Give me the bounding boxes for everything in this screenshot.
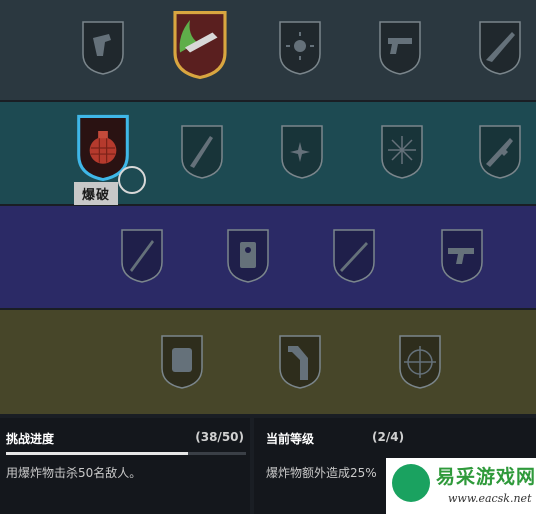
row-tier-1 xyxy=(0,0,536,100)
level-description: 爆炸物额外造成25% xyxy=(266,466,377,480)
badge-armor[interactable] xyxy=(278,334,322,390)
watermark-title: 易采游戏网 xyxy=(436,466,536,488)
selected-badge-label: 爆破 xyxy=(74,182,119,205)
watermark-logo-icon xyxy=(392,464,430,502)
row-tier-3 xyxy=(0,206,536,308)
grenade-icon xyxy=(89,137,117,164)
badge-tiger[interactable] xyxy=(160,334,204,390)
cursor-ring xyxy=(118,166,146,194)
badge-sparkle[interactable] xyxy=(280,124,324,180)
badge-pistol-hand[interactable] xyxy=(81,20,125,76)
challenge-progress-panel: 挑战进度 (38/50) 用爆炸物击杀50名敌人。 xyxy=(0,418,250,514)
burst-icon xyxy=(388,136,416,164)
badge-rifle[interactable] xyxy=(478,124,522,180)
badge-blade[interactable] xyxy=(180,124,224,180)
tiger-icon xyxy=(172,348,192,372)
level-title: 当前等级 xyxy=(266,432,315,446)
progress-title: 挑战进度 xyxy=(6,432,55,446)
badge-knife-flame[interactable] xyxy=(172,10,228,80)
badge-sun[interactable] xyxy=(278,20,322,76)
sun-icon xyxy=(294,40,306,52)
badge-revolver[interactable] xyxy=(440,228,484,284)
progress-track xyxy=(6,452,246,455)
watermark: 易采游戏网 www.eacsk.net xyxy=(386,458,536,514)
badge-shotgun[interactable] xyxy=(478,20,522,76)
watermark-url: www.eacsk.net xyxy=(448,492,532,505)
badge-sniper[interactable] xyxy=(332,228,376,284)
progress-count: (38/50) xyxy=(195,430,244,444)
badge-radio[interactable] xyxy=(226,228,270,284)
level-count: (2/4) xyxy=(372,430,405,444)
progress-fill xyxy=(6,452,189,455)
radio-icon xyxy=(240,242,256,268)
badge-burst[interactable] xyxy=(380,124,424,180)
progress-description: 用爆炸物击杀50名敌人。 xyxy=(6,466,142,480)
row-tier-4 xyxy=(0,310,536,414)
badge-handgun[interactable] xyxy=(378,20,422,76)
badge-crosshair[interactable] xyxy=(398,334,442,390)
row-tier-2: 爆破 xyxy=(0,102,536,205)
badge-staff[interactable] xyxy=(120,228,164,284)
